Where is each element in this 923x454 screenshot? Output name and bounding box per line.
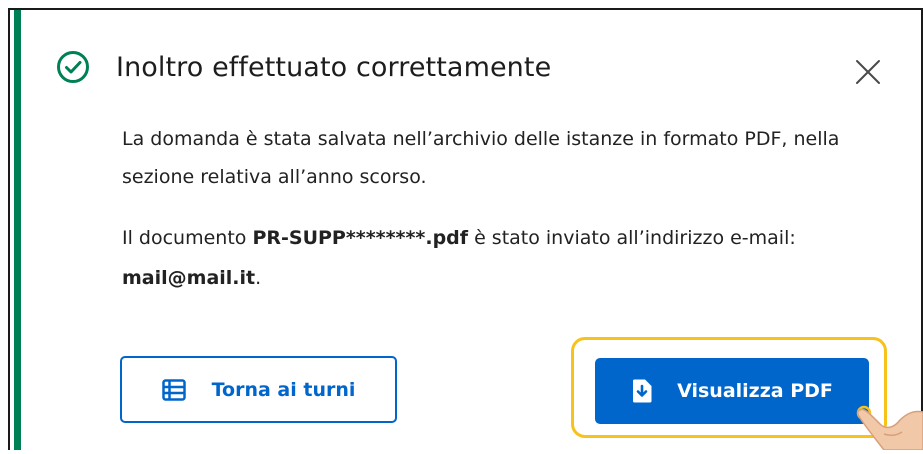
back-to-shifts-button[interactable]: Torna ai turni (120, 356, 397, 423)
message-middle: è stato inviato all’indirizzo e-mail: (468, 227, 796, 249)
view-pdf-label: Visualizza PDF (677, 380, 833, 402)
dialog-title: Inoltro effettuato correttamente (116, 51, 552, 83)
document-download-icon (631, 378, 653, 404)
recipient-email: mail@mail.it (122, 267, 256, 289)
success-accent-bar (14, 10, 21, 450)
view-pdf-button[interactable]: Visualizza PDF (595, 358, 869, 424)
check-circle-icon (56, 50, 90, 84)
dialog-header: Inoltro effettuato correttamente (56, 50, 551, 84)
message-suffix: . (255, 267, 262, 289)
dialog-message-archive: La domanda è stata salvata nell’archivio… (122, 128, 840, 188)
dialog-message-email: Il documento PR-SUPP********.pdf è stato… (122, 218, 862, 298)
list-icon (161, 378, 186, 401)
close-icon[interactable] (854, 58, 882, 86)
back-button-label: Torna ai turni (211, 378, 356, 401)
hand-pointer-icon (850, 390, 923, 451)
document-filename: PR-SUPP********.pdf (252, 227, 469, 249)
message-prefix: Il documento (122, 227, 253, 249)
